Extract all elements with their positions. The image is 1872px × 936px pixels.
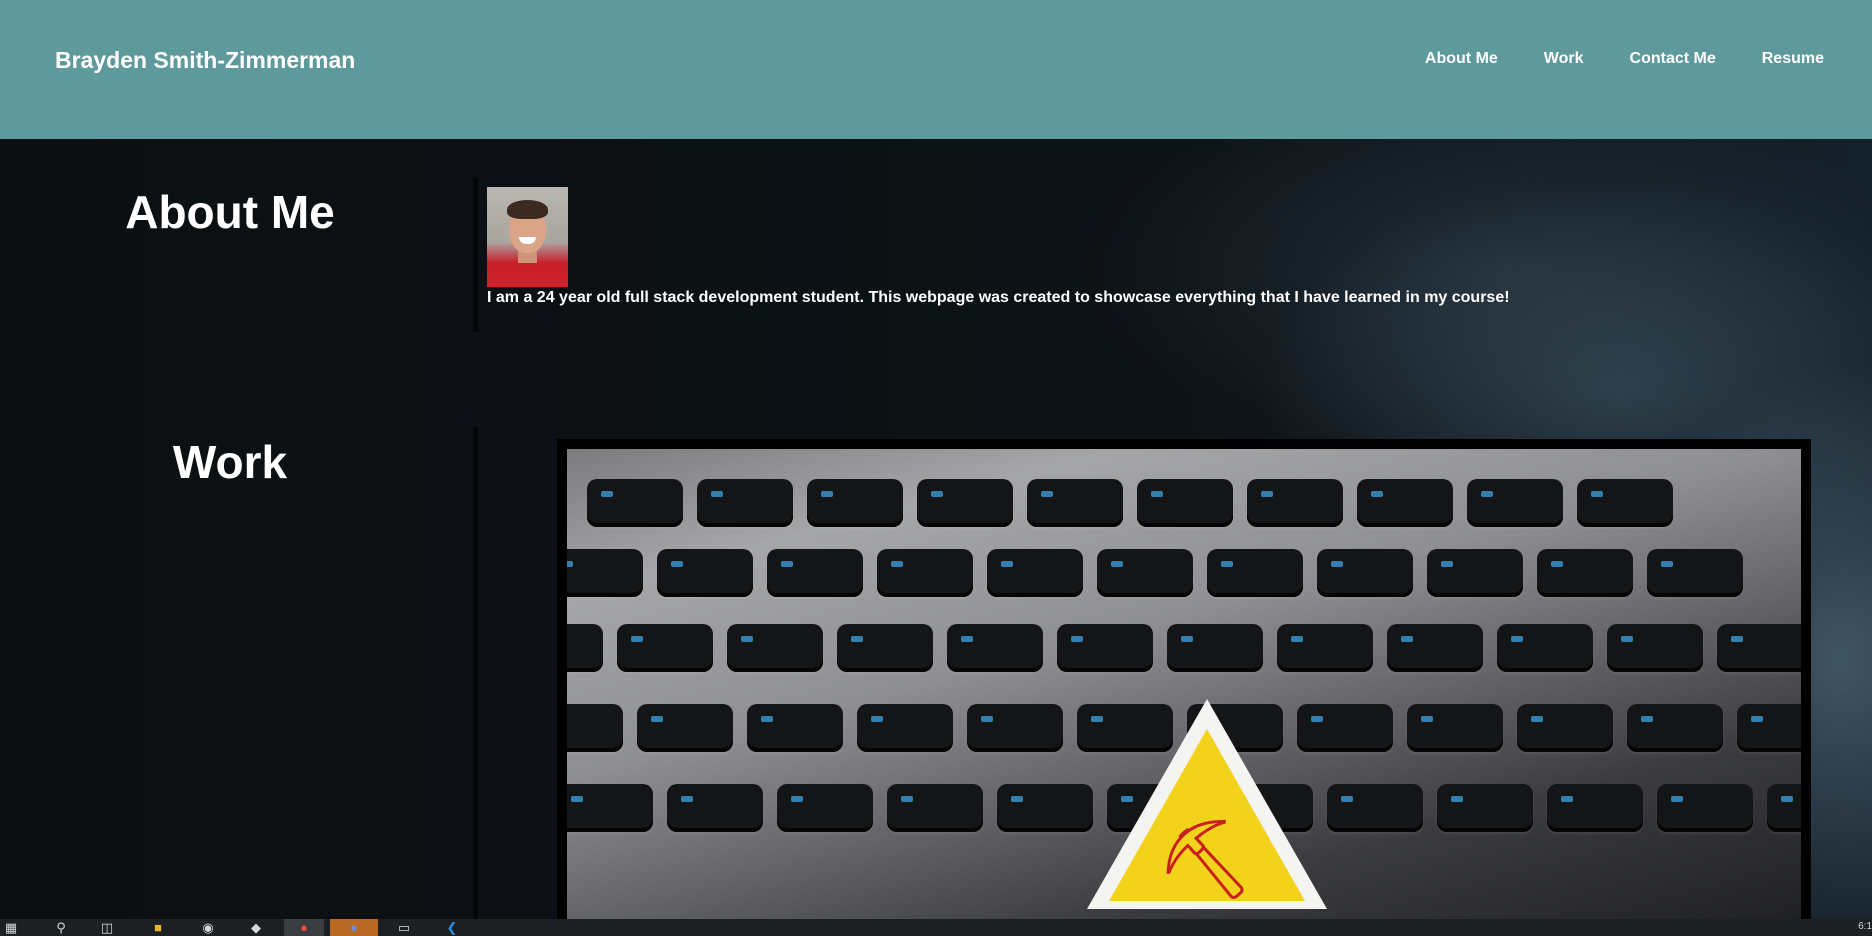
keyboard-key — [567, 549, 643, 597]
keyboard-key — [917, 479, 1013, 527]
keyboard-key — [1537, 549, 1633, 597]
nav-work[interactable]: Work — [1544, 50, 1584, 68]
keyboard-key — [1467, 479, 1563, 527]
keyboard-key — [857, 704, 953, 752]
keyboard-key — [1767, 784, 1801, 832]
portfolio-page: Brayden Smith-Zimmerman About Me Work Co… — [0, 0, 1872, 936]
task-view-icon[interactable]: ◫ — [96, 919, 118, 936]
keyboard-row — [567, 624, 1801, 672]
keyboard-key — [1437, 784, 1533, 832]
keyboard-key — [1657, 784, 1753, 832]
keyboard-row — [567, 549, 1743, 597]
keyboard-key — [657, 549, 753, 597]
keyboard-key — [587, 479, 683, 527]
keyboard-row — [587, 479, 1673, 527]
os-taskbar: ▦ ⚲ ◫ ■ ◉ ◆ ● ● ▭ ❮ 6:1 — [0, 919, 1872, 936]
keyboard-key — [727, 624, 823, 672]
keyboard-key — [1327, 784, 1423, 832]
keyboard-key — [767, 549, 863, 597]
keyboard-key — [1517, 704, 1613, 752]
keyboard-key — [1497, 624, 1593, 672]
keyboard-key — [1387, 624, 1483, 672]
chrome-icon[interactable]: ● — [284, 919, 324, 936]
keyboard-key — [697, 479, 793, 527]
keyboard-key — [1607, 624, 1703, 672]
keyboard-key — [1737, 704, 1801, 752]
keyboard-key — [1717, 624, 1801, 672]
keyboard-key — [1277, 624, 1373, 672]
nav-about-me[interactable]: About Me — [1425, 50, 1498, 68]
keyboard-key — [1427, 549, 1523, 597]
keyboard-key — [1547, 784, 1643, 832]
keyboard-key — [1027, 479, 1123, 527]
keyboard-key — [837, 624, 933, 672]
profile-photo-hair — [507, 200, 548, 219]
keyboard-key — [807, 479, 903, 527]
profile-photo — [487, 187, 568, 287]
keyboard-key — [1097, 549, 1193, 597]
app-icon[interactable]: ◉ — [196, 919, 220, 936]
work-heading: Work — [172, 436, 288, 488]
keyboard-key — [997, 784, 1093, 832]
keyboard-key — [1167, 624, 1263, 672]
keyboard-key — [947, 624, 1043, 672]
nav-contact-me[interactable]: Contact Me — [1630, 50, 1716, 68]
keyboard-key — [1247, 479, 1343, 527]
taskbar-clock[interactable]: 6:1 — [1858, 921, 1872, 932]
file-explorer-icon[interactable]: ■ — [146, 919, 170, 936]
keyboard-key — [777, 784, 873, 832]
keyboard-key — [747, 704, 843, 752]
vscode-icon[interactable]: ❮ — [440, 919, 464, 936]
keyboard-key — [567, 704, 623, 752]
about-me-heading: About Me — [125, 186, 335, 238]
keyboard-key — [637, 704, 733, 752]
about-divider — [473, 178, 478, 332]
main-nav: About Me Work Contact Me Resume — [1425, 50, 1824, 68]
about-me-text: I am a 24 year old full stack developmen… — [487, 289, 1510, 306]
keyboard-key — [967, 704, 1063, 752]
keyboard-key — [1317, 549, 1413, 597]
keyboard-key — [1137, 479, 1233, 527]
terminal-icon[interactable]: ▭ — [392, 919, 416, 936]
keyboard-key — [1207, 549, 1303, 597]
keyboard-key — [1577, 479, 1673, 527]
construction-worker-icon: ⛏ — [1155, 815, 1255, 903]
nav-resume[interactable]: Resume — [1762, 50, 1824, 68]
search-icon[interactable]: ⚲ — [50, 919, 72, 936]
keyboard-key — [877, 549, 973, 597]
work-image-frame: ⛏ — [557, 439, 1811, 936]
site-brand[interactable]: Brayden Smith-Zimmerman — [55, 47, 355, 74]
keyboard-key — [667, 784, 763, 832]
keyboard-key — [1057, 624, 1153, 672]
site-header: Brayden Smith-Zimmerman About Me Work Co… — [0, 0, 1872, 139]
discord-icon[interactable]: ● — [330, 919, 378, 936]
keyboard-key — [1627, 704, 1723, 752]
keyboard-key — [1647, 549, 1743, 597]
keyboard-key — [617, 624, 713, 672]
windows-icon[interactable]: ▦ — [0, 919, 22, 936]
keyboard-key — [987, 549, 1083, 597]
keyboard-key — [1407, 704, 1503, 752]
pin-icon[interactable]: ◆ — [244, 919, 268, 936]
under-construction-keyboard-image[interactable]: ⛏ — [567, 449, 1801, 936]
keyboard-key — [1357, 479, 1453, 527]
keyboard-key — [567, 624, 603, 672]
work-divider — [473, 427, 478, 919]
keyboard-key — [567, 784, 653, 832]
keyboard-key — [887, 784, 983, 832]
